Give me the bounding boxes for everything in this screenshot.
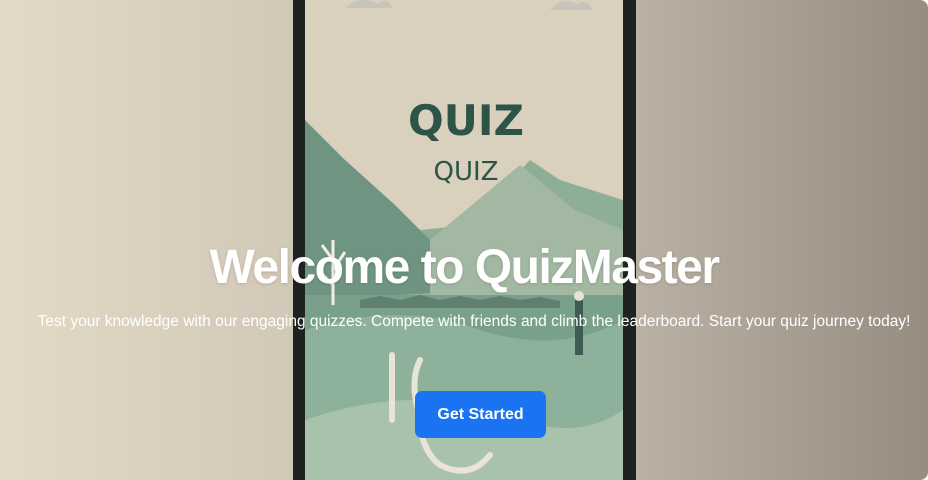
hero-subtitle: Test your knowledge with our engaging qu… (37, 313, 911, 330)
hero-title: Welcome to QuizMaster (209, 241, 720, 294)
hero-section: QUIZ QUIZ Welcome to QuizMaster Test you… (0, 0, 928, 480)
get-started-button[interactable]: Get Started (415, 391, 546, 438)
